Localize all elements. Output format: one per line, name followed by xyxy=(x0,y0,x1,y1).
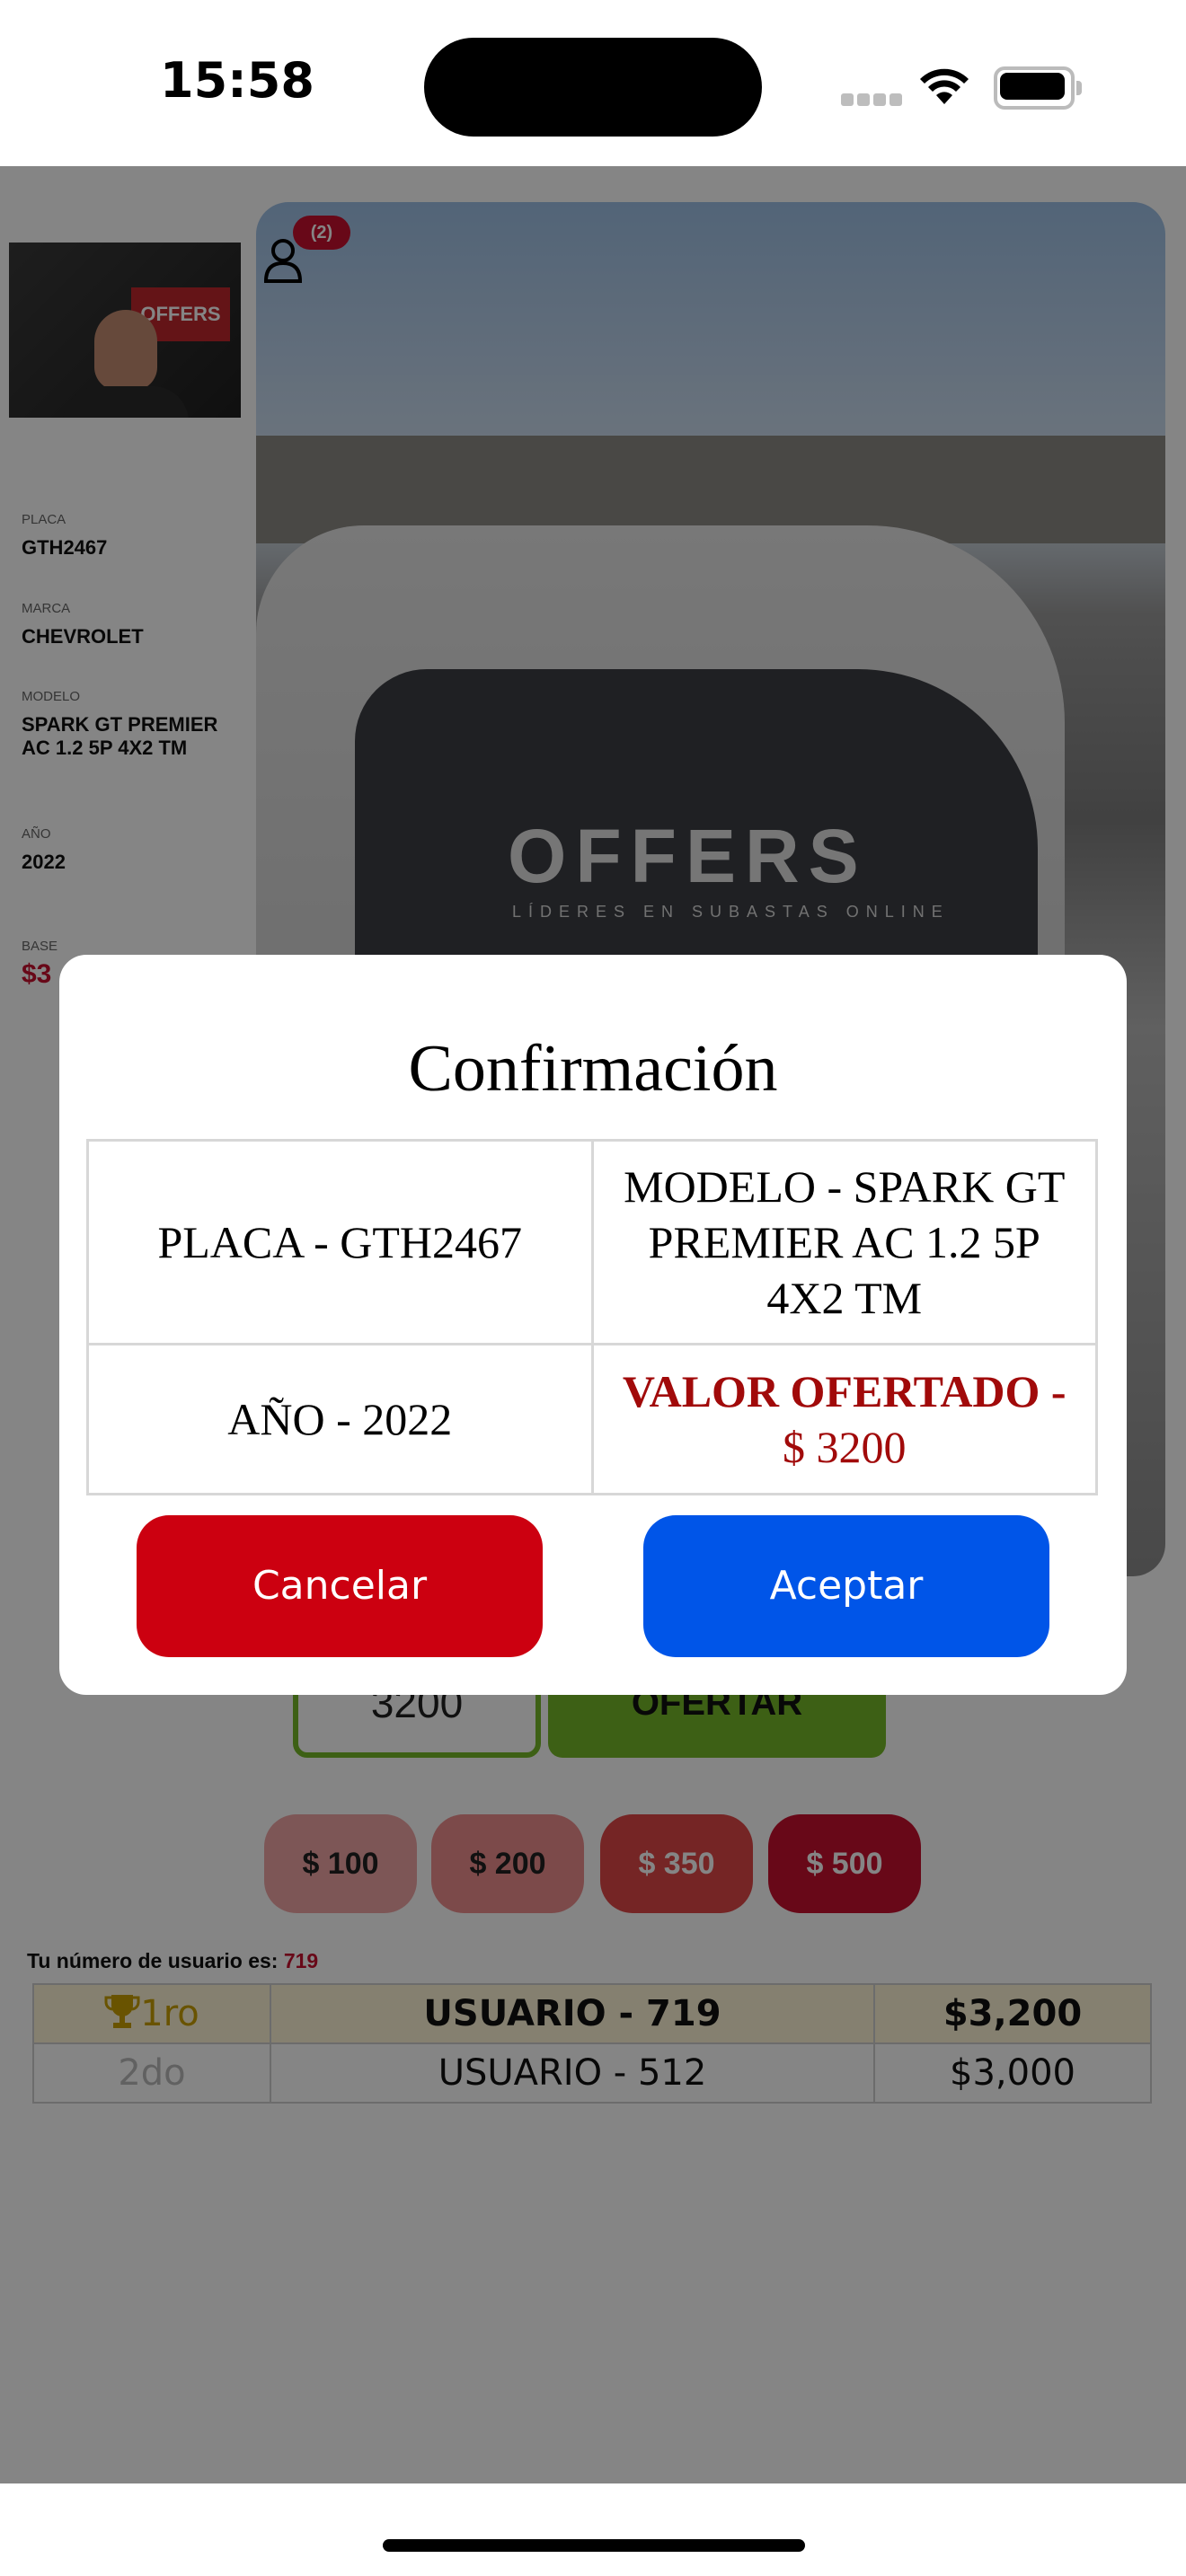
modal-title: Confirmación xyxy=(408,1032,778,1106)
battery-icon xyxy=(994,66,1082,110)
confirmation-details-table: PLACA - GTH2467 MODELO - SPARK GT PREMIE… xyxy=(86,1139,1098,1495)
confirm-anio: AÑO - 2022 xyxy=(86,1343,594,1495)
status-bar: 15:58 xyxy=(0,0,1186,166)
home-indicator[interactable] xyxy=(383,2539,805,2552)
accept-button[interactable]: Aceptar xyxy=(643,1515,1049,1657)
home-indicator-area xyxy=(0,2483,1186,2576)
confirm-placa: PLACA - GTH2467 xyxy=(86,1139,594,1345)
confirm-offer-value: VALOR OFERTADO - $ 3200 xyxy=(590,1343,1098,1495)
status-time: 15:58 xyxy=(160,52,314,109)
offer-value-amount: $ 3200 xyxy=(783,1422,907,1472)
wifi-icon xyxy=(920,68,969,104)
confirmation-modal: Confirmación PLACA - GTH2467 MODELO - SP… xyxy=(59,955,1127,1695)
cellular-signal-icon xyxy=(841,93,906,110)
confirm-modelo: MODELO - SPARK GT PREMIER AC 1.2 5P 4X2 … xyxy=(590,1139,1098,1345)
offer-value-label: VALOR OFERTADO - xyxy=(622,1366,1067,1416)
dynamic-island xyxy=(424,38,762,137)
cancel-button[interactable]: Cancelar xyxy=(137,1515,543,1657)
